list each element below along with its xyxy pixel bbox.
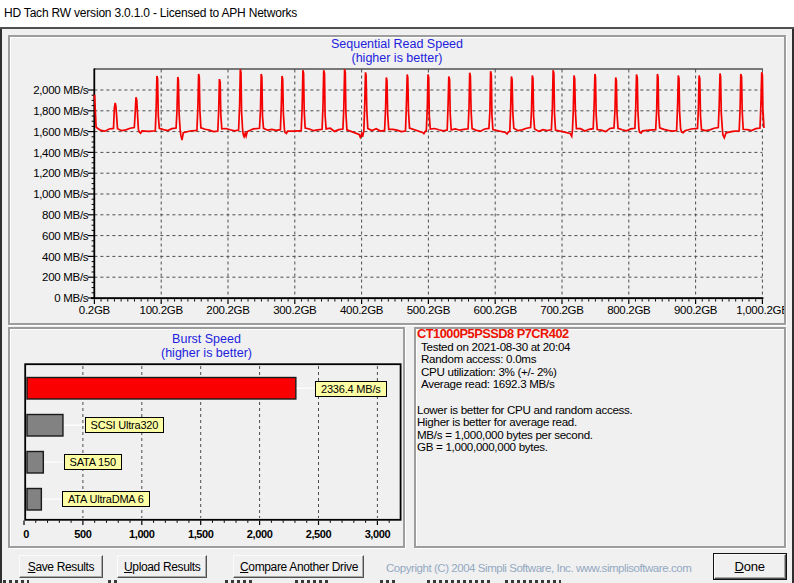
- drive-info-panel: CT1000P5PSSD8 P7CR402 Tested on 2021-08-…: [417, 328, 783, 454]
- clipped-background-text: [225, 580, 253, 583]
- burst-x-tick-label: 0: [23, 528, 29, 540]
- drive-model-text: CT1000P5PSSD8 P7CR402: [417, 328, 783, 341]
- read-x-axis: [91, 297, 763, 299]
- save-results-button[interactable]: Save Results: [19, 555, 103, 578]
- burst-bar-scsi-label: SCSI Ultra320: [85, 417, 165, 433]
- read-x-tick-label: 500.2GB: [407, 304, 451, 316]
- clipped-background-text: [380, 580, 396, 583]
- burst-bar-sata-label: SATA 150: [64, 454, 122, 470]
- read-x-tick-label: 900.2GB: [674, 304, 718, 316]
- read-x-tick-label: 700.2GB: [540, 304, 584, 316]
- clipped-background-text: [427, 580, 491, 583]
- random-access-text: Random access: 0.0ms: [417, 353, 783, 366]
- app-window: HD Tach RW version 3.0.1.0 - Licensed to…: [0, 0, 794, 583]
- read-y-tick-label: 600 MB/s: [42, 230, 89, 242]
- burst-bar-value-label: 2336.4 MB/s: [315, 381, 387, 397]
- burst-x-tick-label: 2,500: [306, 528, 332, 540]
- read-x-tick-label: 300.2GB: [273, 304, 317, 316]
- info-spacer: [417, 391, 783, 404]
- compare-another-drive-button[interactable]: Compare Another Drive: [233, 555, 364, 578]
- burst-x-tick-label: 2,000: [247, 528, 273, 540]
- read-y-tick-label: 1,200 MB/s: [33, 167, 89, 179]
- note-higher-text: Higher is better for average read.: [417, 416, 783, 429]
- burst-x-tick-label: 3,000: [365, 528, 391, 540]
- read-y-tick-label: 1,800 MB/s: [33, 105, 89, 117]
- burst-x-tick-label: 1,000: [129, 528, 155, 540]
- burst-bar-ata-label: ATA UltraDMA 6: [62, 491, 150, 507]
- read-y-tick-label: 1,000 MB/s: [33, 188, 89, 200]
- read-x-tick-label: 600.2GB: [474, 304, 518, 316]
- clipped-background-text: [3, 580, 29, 583]
- clipped-background-text: [295, 580, 331, 583]
- burst-bar-ata-ultradma-6: [27, 489, 41, 511]
- burst-bar-scsi-ultra320: [27, 415, 63, 437]
- burst-bar-measured-drive: [27, 378, 296, 400]
- read-x-tick-label: 100.2GB: [140, 304, 184, 316]
- read-x-tick-label: 1,000.2GB: [736, 304, 789, 316]
- burst-x-tick-label: 1,500: [188, 528, 214, 540]
- read-y-tick-label: 0 MB/s: [54, 292, 89, 304]
- read-y-tick-label: 1,600 MB/s: [33, 126, 89, 138]
- clipped-background-text: [505, 580, 561, 583]
- copyright-text: Copyright (C) 2004 Simpli Software, Inc.…: [386, 562, 691, 574]
- read-y-tick-label: 1,400 MB/s: [33, 147, 89, 159]
- read-y-tick-label: 800 MB/s: [42, 209, 89, 221]
- read-x-tick-label: 200.2GB: [206, 304, 250, 316]
- clipped-background-text: [108, 580, 119, 583]
- read-y-tick-label: 200 MB/s: [42, 271, 89, 283]
- read-y-tick-label: 2,000 MB/s: [33, 84, 89, 96]
- average-read-text: Average read: 1692.3 MB/s: [417, 378, 783, 391]
- burst-bar-sata-150: [27, 452, 43, 474]
- read-x-tick-label: 800.2GB: [607, 304, 651, 316]
- read-x-tick-label: 0.2GB: [79, 304, 111, 316]
- upload-results-button[interactable]: Upload Results: [117, 555, 207, 578]
- burst-x-tick-label: 500: [74, 528, 91, 540]
- done-button[interactable]: Done: [714, 554, 787, 579]
- read-x-tick-label: 400.2GB: [340, 304, 384, 316]
- read-y-tick-label: 400 MB/s: [42, 251, 89, 263]
- note-gb-text: GB = 1,000,000,000 bytes.: [417, 441, 783, 454]
- read-speed-line: [94, 69, 764, 140]
